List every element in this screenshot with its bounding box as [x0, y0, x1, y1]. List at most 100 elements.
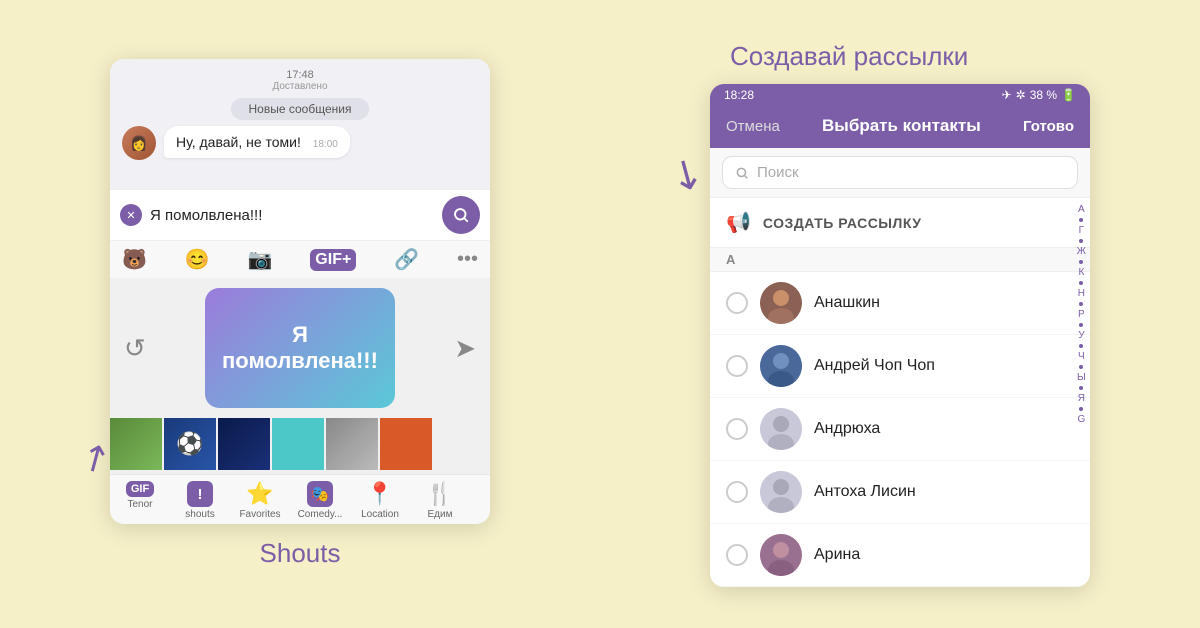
- signal-icon: ✈: [1002, 88, 1012, 102]
- favorites-label: Favorites: [239, 509, 280, 520]
- delivered-label: Доставлено: [122, 81, 478, 92]
- chat-area: 17:48 Доставлено Новые сообщения 👩 Ну, д…: [110, 59, 490, 189]
- contact-name-1: Анашкин: [814, 294, 880, 312]
- favorites-icon: ⭐: [246, 481, 273, 507]
- avatar-1: [760, 282, 802, 324]
- camera-icon[interactable]: 📷: [248, 247, 273, 272]
- avatar-3: [760, 408, 802, 450]
- nav-title: Выбрать контакты: [822, 116, 981, 136]
- incoming-message: 👩 Ну, давай, не томи! 18:00: [122, 126, 478, 160]
- right-caption: Создавай рассылки: [710, 41, 968, 72]
- thumb-1[interactable]: [110, 418, 162, 470]
- status-icons: ✈ ✲ 38 % 🔋: [1002, 88, 1076, 102]
- phone-right: 18:28 ✈ ✲ 38 % 🔋 Отмена Выбрать контакты…: [710, 84, 1090, 587]
- checkbox-3[interactable]: [726, 418, 748, 440]
- cancel-button[interactable]: Отмена: [726, 118, 780, 135]
- face-icon[interactable]: 😊: [185, 247, 210, 272]
- comedy-label: Comedy...: [298, 509, 343, 520]
- avatar-2: [760, 345, 802, 387]
- edim-label: Едим: [428, 509, 453, 520]
- contact-row[interactable]: Андрей Чоп Чоп: [710, 335, 1090, 398]
- send-icon[interactable]: ➤: [454, 333, 476, 364]
- thumb-5[interactable]: [326, 418, 378, 470]
- tenor-label: Tenor: [127, 499, 152, 510]
- contact-row[interactable]: Антоха Лисин: [710, 461, 1090, 524]
- tab-edim[interactable]: 🍴 Едим: [410, 481, 470, 520]
- contact-row[interactable]: Арина: [710, 524, 1090, 587]
- avatar-4: [760, 471, 802, 513]
- left-section: 17:48 Доставлено Новые сообщения 👩 Ну, д…: [110, 59, 490, 569]
- contact-name-2: Андрей Чоп Чоп: [814, 357, 935, 375]
- gif-tab-icon: GIF: [126, 481, 154, 497]
- checkbox-5[interactable]: [726, 544, 748, 566]
- tab-favorites[interactable]: ⭐ Favorites: [230, 481, 290, 520]
- shout-icon: !: [187, 481, 213, 507]
- contacts-list: 📢 СОЗДАТЬ РАССЫЛКУ А Анашкин Андрей Чоп …: [710, 198, 1090, 587]
- contact-row[interactable]: Андрюха: [710, 398, 1090, 461]
- pill-label: Новые сообщения: [231, 98, 370, 120]
- checkbox-2[interactable]: [726, 355, 748, 377]
- tab-tenor[interactable]: GIF Tenor: [110, 481, 170, 520]
- new-messages-pill: Новые сообщения: [122, 98, 478, 120]
- nav-bar: Отмена Выбрать контакты Готово: [710, 106, 1090, 148]
- link-icon[interactable]: 🔗: [394, 247, 419, 272]
- bear-icon[interactable]: 🐻: [122, 247, 147, 272]
- shouts-label: shouts: [185, 509, 214, 520]
- time-top: 17:48: [122, 69, 478, 81]
- message-time: 18:00: [313, 139, 338, 150]
- tab-location[interactable]: 📍 Location: [350, 481, 410, 520]
- thumb-6[interactable]: [380, 418, 432, 470]
- contact-row[interactable]: Анашкин: [710, 272, 1090, 335]
- gif-icon[interactable]: GIF+: [310, 249, 356, 271]
- status-bar: 18:28 ✈ ✲ 38 % 🔋: [710, 84, 1090, 106]
- sticker-card: Я помолвлена!!!: [205, 288, 395, 408]
- more-icon[interactable]: •••: [457, 248, 478, 271]
- phone-left: 17:48 Доставлено Новые сообщения 👩 Ну, д…: [110, 59, 490, 524]
- avatar: 👩: [122, 126, 156, 160]
- alpha-index: А Г Ж К Н Р У Ч Ы Я G: [1077, 198, 1086, 427]
- message-input[interactable]: Я помолвлена!!!: [150, 207, 434, 224]
- message-text: Ну, давай, не томи!: [176, 134, 301, 150]
- search-placeholder: Поиск: [757, 164, 799, 181]
- contact-name-3: Андрюха: [814, 420, 880, 438]
- location-label: Location: [361, 509, 399, 520]
- comedy-icon: 🎭: [307, 481, 333, 507]
- done-button[interactable]: Готово: [1023, 118, 1074, 135]
- avatar-5: [760, 534, 802, 576]
- tab-shouts[interactable]: ! shouts: [170, 481, 230, 520]
- sticker-preview: ↺ Я помолвлена!!! ➤: [110, 278, 490, 418]
- arrow-right: ↘: [661, 146, 713, 203]
- battery-icon: 🔋: [1061, 88, 1076, 102]
- location-icon: 📍: [366, 481, 393, 507]
- contact-name-5: Арина: [814, 546, 860, 564]
- section-letter-a: А: [710, 248, 1090, 272]
- sticker-text: Я помолвлена!!!: [205, 312, 395, 384]
- food-icon: 🍴: [426, 481, 453, 507]
- checkbox-4[interactable]: [726, 481, 748, 503]
- broadcast-icon: 📢: [726, 210, 751, 235]
- battery-label: 38 %: [1030, 88, 1057, 102]
- broadcast-label: СОЗДАТЬ РАССЫЛКУ: [763, 215, 922, 231]
- thumb-4[interactable]: [272, 418, 324, 470]
- contact-name-4: Антоха Лисин: [814, 483, 916, 501]
- emoji-bar: 🐻 😊 📷 GIF+ 🔗 •••: [110, 240, 490, 278]
- thumb-2[interactable]: ⚽: [164, 418, 216, 470]
- message-bubble: Ну, давай, не томи! 18:00: [164, 126, 350, 158]
- time-delivered: 17:48 Доставлено: [122, 69, 478, 92]
- search-icon: [735, 166, 749, 180]
- left-caption: Shouts: [260, 538, 341, 569]
- checkbox-1[interactable]: [726, 292, 748, 314]
- search-bar: Поиск: [710, 148, 1090, 198]
- search-button[interactable]: [442, 196, 480, 234]
- thumb-3[interactable]: [218, 418, 270, 470]
- right-section: Создавай рассылки ↘ 18:28 ✈ ✲ 38 % 🔋 Отм…: [710, 41, 1090, 587]
- tab-comedy[interactable]: 🎭 Comedy...: [290, 481, 350, 520]
- clear-button[interactable]: ✕: [120, 204, 142, 226]
- input-area: ✕ Я помолвлена!!!: [110, 189, 490, 240]
- broadcast-row[interactable]: 📢 СОЗДАТЬ РАССЫЛКУ: [710, 198, 1090, 248]
- sticker-tabs: GIF Tenor ! shouts ⭐ Favorites 🎭 Comedy.…: [110, 474, 490, 524]
- status-time: 18:28: [724, 88, 754, 102]
- bluetooth-icon: ✲: [1016, 88, 1026, 102]
- refresh-icon[interactable]: ↺: [124, 333, 146, 364]
- search-input[interactable]: Поиск: [722, 156, 1078, 189]
